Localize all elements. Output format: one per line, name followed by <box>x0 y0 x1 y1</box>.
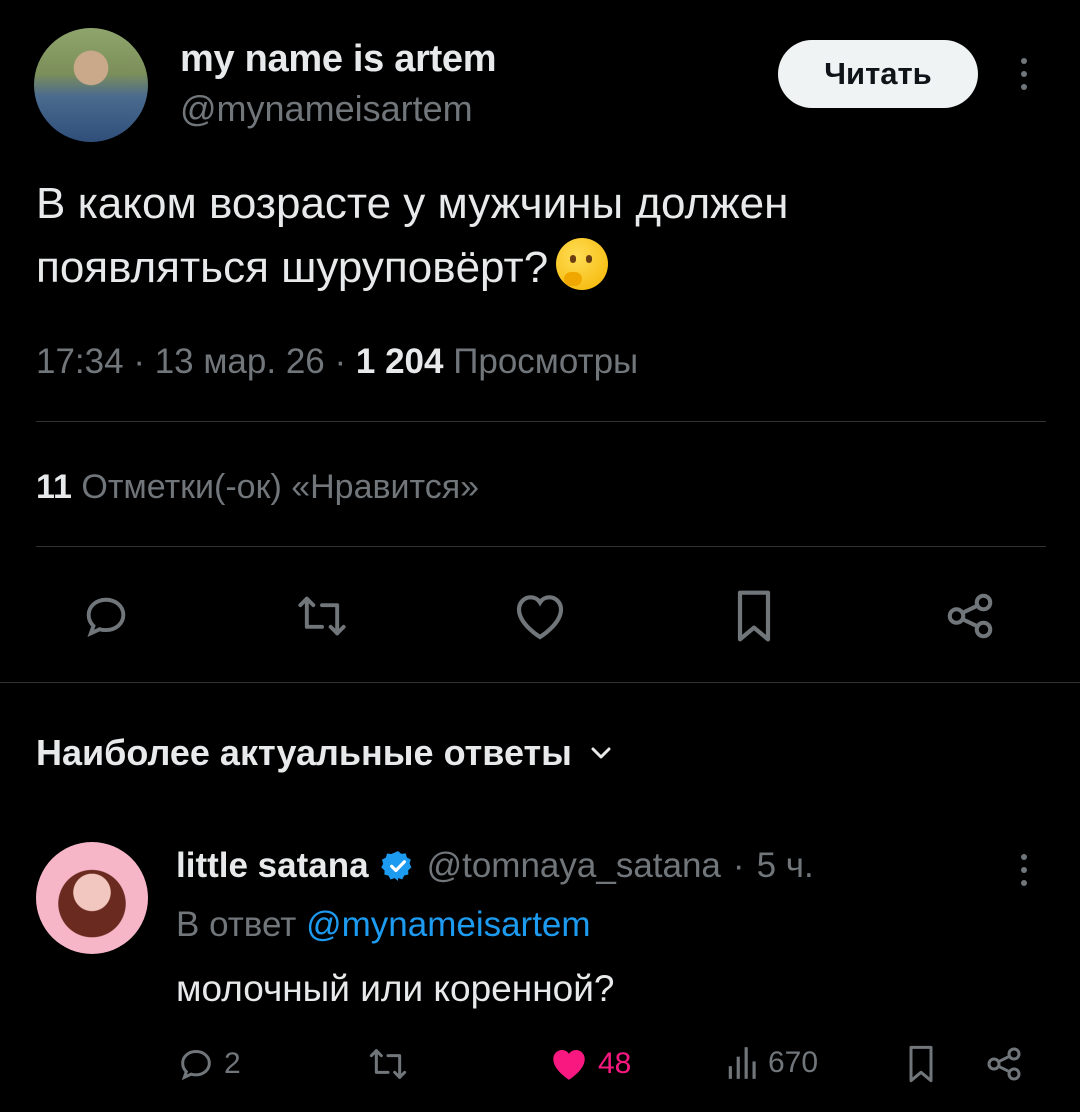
section-divider <box>0 682 1080 683</box>
reply-icon[interactable] <box>76 586 136 646</box>
verified-badge-icon <box>380 851 412 881</box>
reply-views-button[interactable]: 670 <box>726 1044 818 1082</box>
divider <box>36 421 1046 422</box>
meta-separator: · <box>133 342 155 381</box>
author-avatar[interactable] <box>34 28 148 142</box>
meta-separator: · <box>334 342 356 381</box>
reply-share-button[interactable] <box>984 1044 1024 1084</box>
replies-sort-dropdown[interactable]: Наиболее актуальные ответы <box>36 732 612 774</box>
reply-more-options-icon[interactable] <box>1018 854 1030 886</box>
author-handle[interactable]: @mynameisartem <box>180 88 473 130</box>
bookmark-icon[interactable] <box>724 586 784 646</box>
views-chart-icon <box>728 1047 756 1079</box>
reply-age[interactable]: 5 ч. <box>757 846 814 886</box>
reply-repost-button[interactable] <box>366 1044 410 1084</box>
reply-count: 2 <box>224 1047 241 1080</box>
post-meta: 17:34 · 13 мар. 26 · 1 204 Просмотры <box>36 342 638 382</box>
in-reply-to: В ответ @mynameisartem <box>176 905 591 945</box>
views-count: 670 <box>768 1046 819 1079</box>
repost-icon[interactable] <box>292 586 352 646</box>
post-time[interactable]: 17:34 <box>36 342 124 381</box>
views-count: 1 204 <box>355 342 444 381</box>
post-text-line-2-text: появляться шуруповёрт? <box>36 243 549 292</box>
likes-label: Отметки(-ок) «Нравится» <box>81 468 480 506</box>
post-text-line-1: В каком возрасте у мужчины должен <box>36 179 789 228</box>
bookmark-icon <box>909 1045 933 1083</box>
reply-like-button[interactable]: 48 <box>548 1044 631 1084</box>
views-label: Просмотры <box>453 342 639 381</box>
likes-count: 11 <box>36 468 72 506</box>
likes-summary[interactable]: 11 Отметки(-ок) «Нравится» <box>36 468 479 507</box>
post-date[interactable]: 13 мар. 26 <box>155 342 325 381</box>
reply-text: молочный или коренной? <box>176 968 615 1009</box>
heart-filled-icon <box>553 1050 585 1080</box>
replies-sort-label: Наиболее актуальные ответы <box>36 732 572 773</box>
reply-avatar[interactable] <box>36 842 148 954</box>
reply-header: little satana @tomnaya_satana · 5 ч. <box>176 846 814 886</box>
like-icon[interactable] <box>510 586 570 646</box>
author-name[interactable]: my name is artem <box>180 38 497 81</box>
reply-icon <box>181 1049 211 1081</box>
reply-bookmark-button[interactable] <box>906 1044 936 1084</box>
thinking-face-icon <box>556 238 609 290</box>
chevron-down-icon <box>591 747 611 759</box>
in-reply-prefix: В ответ <box>176 905 297 944</box>
meta-separator: · <box>732 846 745 885</box>
post-text: В каком возрасте у мужчины должен появля… <box>36 172 996 300</box>
reply-author-name[interactable]: little satana <box>176 846 369 886</box>
post-text-line-2: появляться шуруповёрт? <box>36 236 996 300</box>
reply-reply-button[interactable]: 2 <box>176 1044 241 1084</box>
divider <box>36 546 1046 547</box>
follow-button[interactable]: Читать <box>778 40 978 108</box>
more-options-icon[interactable] <box>1018 58 1030 90</box>
share-icon[interactable] <box>940 586 1000 646</box>
share-icon <box>987 1047 1021 1081</box>
reply-author-handle[interactable]: @tomnaya_satana <box>427 846 721 886</box>
repost-icon <box>369 1049 407 1079</box>
in-reply-handle-link[interactable]: @mynameisartem <box>306 905 590 944</box>
like-count: 48 <box>598 1047 632 1080</box>
